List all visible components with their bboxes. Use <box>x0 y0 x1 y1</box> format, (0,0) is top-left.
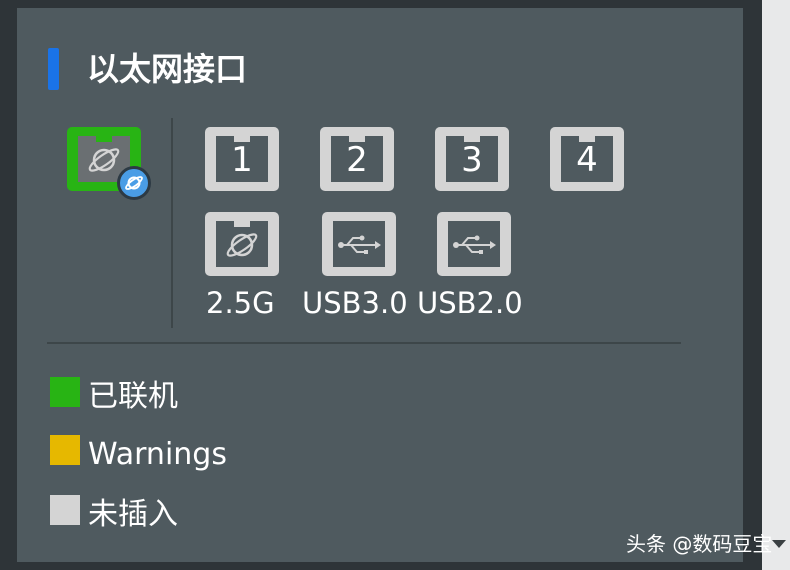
port-number: 1 <box>231 140 253 180</box>
panel-title: 以太网接口 <box>87 50 248 88</box>
lan-port-3[interactable]: 3 <box>435 127 509 191</box>
title-accent-bar <box>48 48 59 90</box>
legend-swatch-warnings <box>50 435 80 465</box>
legend-label-connected: 已联机 <box>88 379 178 414</box>
vertical-divider <box>171 118 173 328</box>
internet-status-badge <box>117 166 151 200</box>
legend-label-unplugged: 未插入 <box>88 497 178 532</box>
legend-swatch-connected <box>50 377 80 407</box>
ethernet-ports-panel: 以太网接口 1 2 3 4 2.5G USB3.0 USB2.0 已联机 War… <box>17 8 743 562</box>
globe-icon <box>226 233 258 257</box>
lan-port-1[interactable]: 1 <box>205 127 279 191</box>
port-number: 4 <box>576 140 598 180</box>
lan-port-4[interactable]: 4 <box>550 127 624 191</box>
port-label-usb3: USB3.0 <box>302 286 408 320</box>
legend-label-warnings: Warnings <box>88 437 227 472</box>
usb-icon <box>453 235 496 254</box>
horizontal-divider <box>47 342 681 344</box>
legend-swatch-unplugged <box>50 495 80 525</box>
dropdown-arrow-icon <box>772 540 786 548</box>
usb-icon <box>338 235 381 254</box>
watermark-text: 头条 @数码豆宝 <box>626 532 773 556</box>
usb2-port[interactable] <box>437 212 511 276</box>
port-label-usb2: USB2.0 <box>417 286 523 320</box>
usb3-port[interactable] <box>322 212 396 276</box>
globe-icon <box>125 176 143 190</box>
scrollbar-track <box>762 0 790 570</box>
port-number: 3 <box>461 140 483 180</box>
port-2-5g[interactable] <box>205 212 279 276</box>
port-number: 2 <box>346 140 368 180</box>
lan-port-2[interactable]: 2 <box>320 127 394 191</box>
port-label-2-5g: 2.5G <box>206 286 275 320</box>
